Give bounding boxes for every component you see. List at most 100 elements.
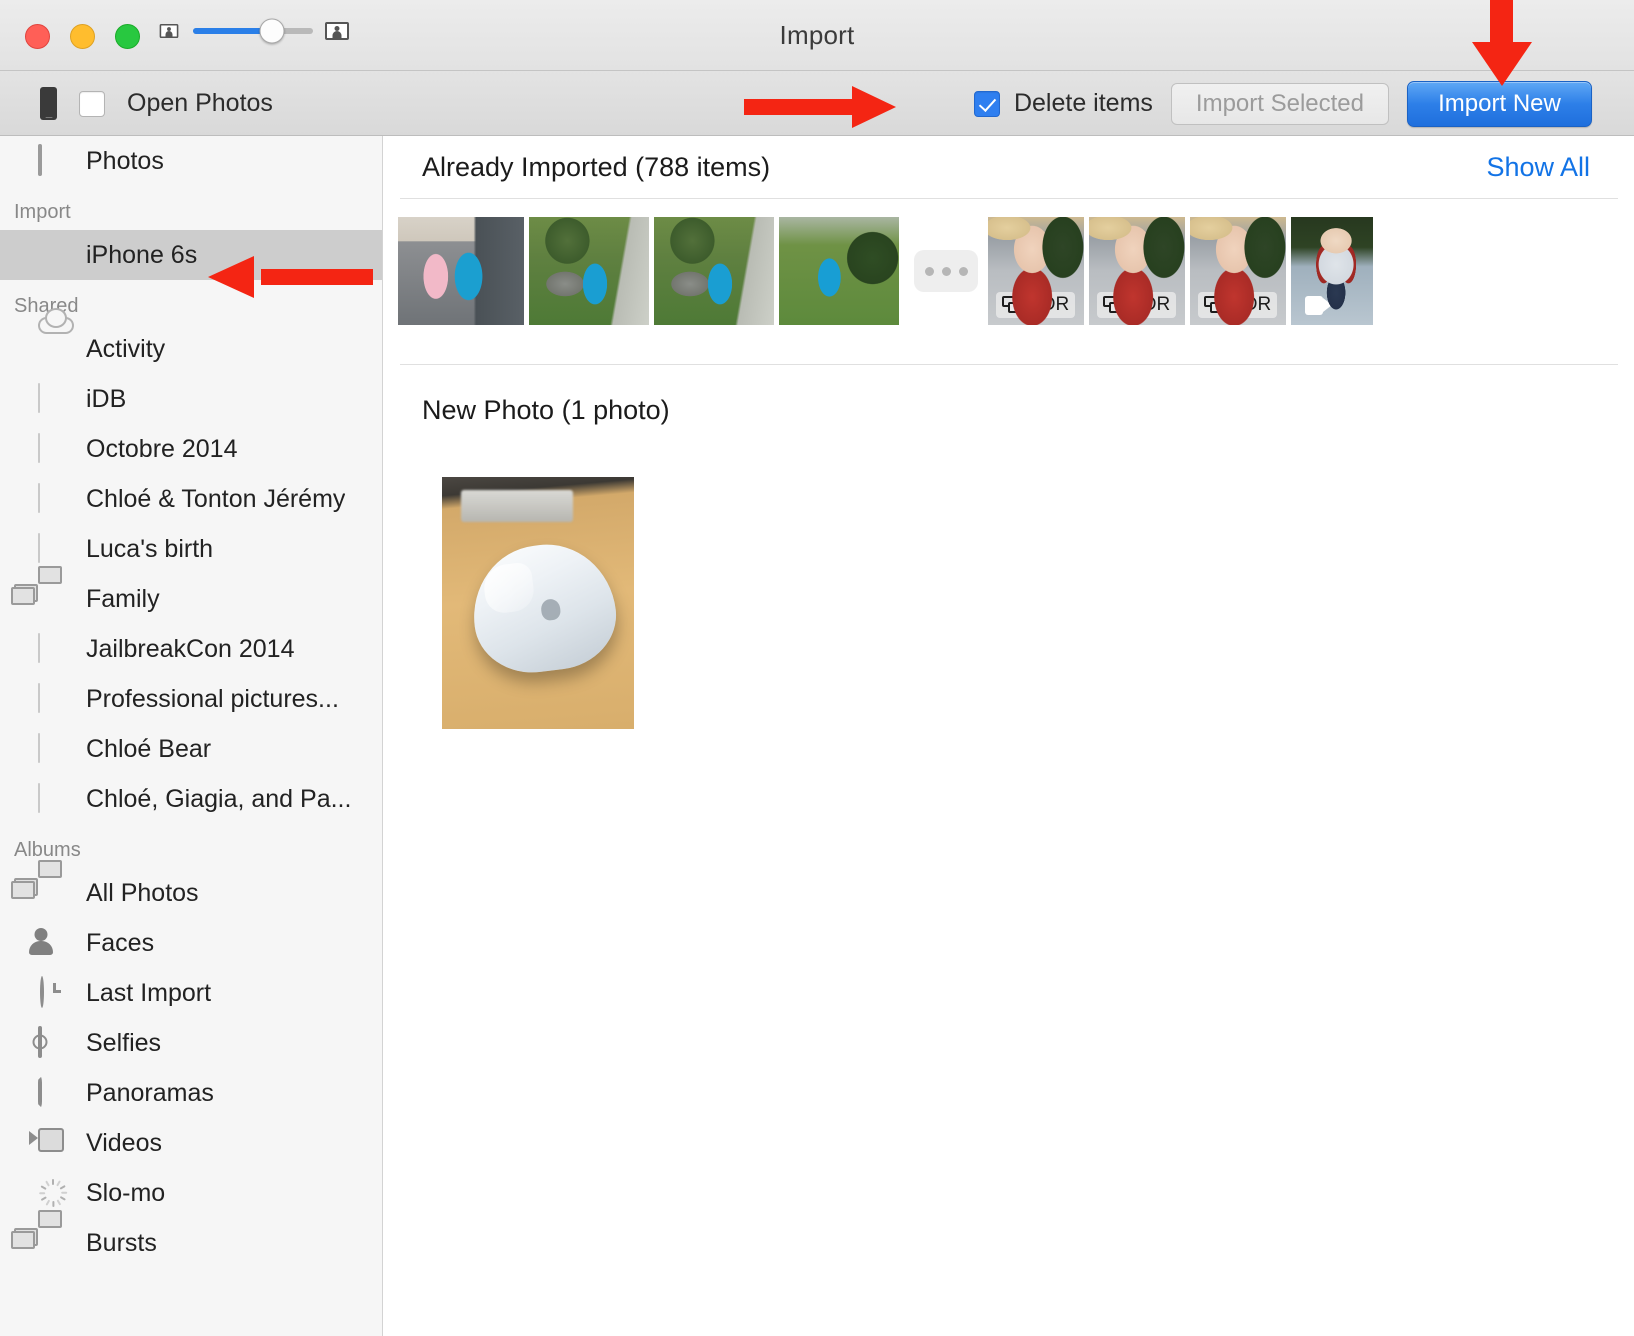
stack-icon (11, 1210, 70, 1258)
sidebar-item-jailbreakcon-2014[interactable]: JailbreakCon 2014 (0, 624, 382, 674)
thumbnail-toddler-by-planter-2[interactable] (654, 217, 774, 325)
toolbar-right-group: Delete items Import Selected Import New (973, 71, 1592, 136)
import-new-button[interactable]: Import New (1407, 80, 1592, 127)
sidebar-item-label: Videos (86, 1128, 162, 1157)
stack-icon (11, 860, 70, 908)
photos-import-window: Import Open Photos Delete items Import S… (0, 0, 1634, 1336)
hdr-badge: HDR (1097, 292, 1177, 318)
delete-items-checkbox[interactable] (973, 90, 1000, 117)
sidebar-heading-import: Import (14, 201, 71, 223)
delete-items-label: Delete items (1013, 89, 1153, 117)
clock-icon (38, 976, 70, 1008)
new-photo-thumbnail-magic-mouse-on-desk[interactable] (442, 477, 634, 729)
sidebar-item-panoramas[interactable]: Panoramas (0, 1068, 382, 1118)
sidebar-item-faces[interactable]: Faces (0, 918, 382, 968)
hdr-icon (1204, 295, 1226, 315)
album-thumbnail-icon (38, 533, 70, 564)
album-thumbnail-icon (38, 683, 70, 714)
title-bar: Import (0, 0, 1634, 71)
camera-icon (38, 1026, 70, 1058)
sidebar-item-label: Last Import (86, 978, 212, 1007)
hdr-badge-label: HDR (1028, 294, 1070, 315)
show-all-link[interactable]: Show All (1486, 152, 1590, 183)
video-badge (1299, 292, 1338, 318)
sidebar-item-label: Slo-mo (86, 1178, 166, 1207)
sidebar-item-label: Chloé & Tonton Jérémy (86, 484, 346, 513)
hdr-badge-label: HDR (1230, 294, 1272, 315)
thumbnail-toddler-by-planter-1[interactable] (529, 217, 649, 325)
sidebar-item-label: iDB (86, 384, 127, 413)
new-photo-title: New Photo (1 photo) (422, 394, 670, 425)
photos-icon (38, 144, 70, 176)
sidebar-item-label: Octobre 2014 (86, 434, 238, 463)
import-selected-button[interactable]: Import Selected (1170, 82, 1389, 125)
video-icon (38, 1128, 70, 1158)
sidebar-item-iphone-6s[interactable]: iPhone 6s (0, 230, 382, 280)
open-photos-checkbox[interactable] (79, 90, 105, 117)
thumbnail-girl-red-cardigan-3[interactable]: HDR (1190, 217, 1286, 325)
new-photo-section: New Photo (1 photo) (384, 365, 1634, 729)
face-icon (38, 928, 70, 958)
already-imported-header: Already Imported (788 items) Show All (384, 136, 1634, 198)
delete-items-group: Delete items (973, 89, 1153, 118)
ellipsis-icon[interactable] (914, 250, 978, 292)
thumbnail-girl-walking-video[interactable] (1291, 217, 1373, 325)
main-content: Already Imported (788 items) Show All HD… (384, 136, 1634, 1336)
thumbnail-kids-on-porch[interactable] (398, 217, 524, 325)
sidebar-item-label: Activity (86, 334, 166, 363)
sidebar-item-activity[interactable]: Activity (0, 324, 382, 374)
sidebar-item-last-import[interactable]: Last Import (0, 968, 382, 1018)
sidebar[interactable]: Photos Import iPhone 6s Shared Activity … (0, 136, 383, 1336)
iphone-icon (38, 240, 70, 270)
hdr-badge-label: HDR (1129, 294, 1171, 315)
panorama-icon (38, 1076, 70, 1108)
import-toolbar: Open Photos Delete items Import Selected… (0, 71, 1634, 136)
album-thumbnail-icon (38, 383, 70, 414)
sidebar-item-octobre-2014[interactable]: Octobre 2014 (0, 424, 382, 474)
album-thumbnail-icon (38, 633, 70, 664)
sidebar-item-label: JailbreakCon 2014 (86, 634, 295, 663)
sidebar-item-label: Panoramas (86, 1078, 214, 1107)
window-title: Import (779, 20, 855, 50)
album-thumbnail-icon (38, 483, 70, 514)
sidebar-item-label: Chloé, Giagia, and Pa... (86, 784, 352, 813)
hdr-icon (1103, 295, 1125, 315)
sidebar-item-label: Faces (86, 928, 155, 957)
slomo-icon (38, 1178, 70, 1208)
thumbnail-row: HDR HDR HDR (398, 217, 1378, 325)
sidebar-item-chloe-tonton-jeremy[interactable]: Chloé & Tonton Jérémy (0, 474, 382, 524)
hdr-icon (1002, 295, 1024, 315)
thumbnail-girl-red-cardigan-2[interactable]: HDR (1089, 217, 1185, 325)
sidebar-item-label: Photos (86, 146, 164, 175)
thumbnail-girl-red-cardigan-1[interactable]: HDR (988, 217, 1084, 325)
sidebar-item-label: Family (86, 584, 160, 613)
sidebar-item-label: Luca's birth (86, 534, 214, 563)
already-imported-title: Already Imported (788 items) (422, 151, 771, 182)
sidebar-item-bursts[interactable]: Bursts (0, 1210, 382, 1268)
sidebar-item-family[interactable]: Family (0, 566, 382, 624)
stack-icon (11, 566, 70, 614)
sidebar-item-photos[interactable]: Photos (0, 136, 382, 186)
sidebar-item-selfies[interactable]: Selfies (0, 1018, 382, 1068)
toolbar-left-group: Open Photos (40, 71, 273, 136)
sidebar-item-chloe-bear[interactable]: Chloé Bear (0, 724, 382, 774)
sidebar-item-all-photos[interactable]: All Photos (0, 860, 382, 918)
iphone-icon (40, 87, 57, 120)
album-thumbnail-icon (38, 783, 70, 814)
hdr-badge: HDR (1198, 292, 1278, 318)
laptop-edge (461, 489, 573, 523)
already-imported-thumbnail-strip[interactable]: HDR HDR HDR (384, 199, 1634, 364)
magic-mouse-shape (465, 536, 622, 680)
sidebar-item-idb[interactable]: iDB (0, 374, 382, 424)
sidebar-item-label: All Photos (86, 878, 199, 907)
sidebar-item-videos[interactable]: Videos (0, 1118, 382, 1168)
cloud-icon (38, 334, 70, 364)
new-photo-header: New Photo (1 photo) (384, 379, 1634, 441)
album-thumbnail-icon (38, 433, 70, 464)
thumbnail-toddler-on-lawn[interactable] (779, 217, 899, 325)
open-photos-label: Open Photos (127, 89, 273, 117)
sidebar-item-label: Bursts (86, 1228, 157, 1257)
sidebar-item-label: Professional pictures... (86, 684, 339, 713)
sidebar-item-professional-pictures[interactable]: Professional pictures... (0, 674, 382, 724)
sidebar-item-chloe-giagia-and-pa[interactable]: Chloé, Giagia, and Pa... (0, 774, 382, 824)
